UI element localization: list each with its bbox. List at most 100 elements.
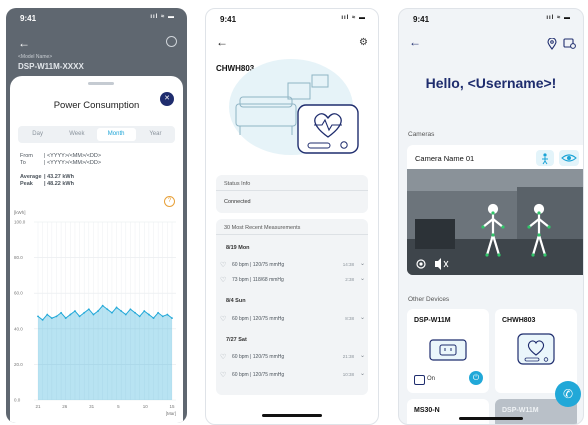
measurement-time: 14:38 xyxy=(342,262,354,267)
data-point xyxy=(115,306,118,309)
back-icon[interactable]: ← xyxy=(18,36,30,50)
measurements-header: 30 Most Recent Measurements xyxy=(224,225,301,231)
divider xyxy=(216,234,368,235)
data-point xyxy=(46,313,49,316)
device-card-ms30-n[interactable]: MS30-N xyxy=(407,399,489,424)
status-icons: ııl ≈ ▬ xyxy=(150,14,175,20)
period-tabs: Day Week Month Year xyxy=(18,126,175,143)
chevron-down-icon[interactable]: ⌄ xyxy=(360,352,365,359)
heart-icon: ♡ xyxy=(220,354,227,361)
home-screen: 9:41 ııl ≈ ▬ ← Hello, <Username>! Camera… xyxy=(398,8,584,425)
x-tick-label: 21 xyxy=(35,404,41,409)
device-name: MS30-N xyxy=(414,407,440,414)
data-point xyxy=(92,313,95,316)
measurement-row[interactable]: ♡ 60 bpm | 120/75 mmHg 14:38 ⌄ xyxy=(218,259,366,271)
device-name: DSP-W11M xyxy=(502,407,539,414)
power-meter-icon xyxy=(414,375,425,385)
eye-icon[interactable] xyxy=(558,149,580,167)
location-icon[interactable] xyxy=(547,38,557,50)
x-tick-label: 10 xyxy=(143,404,149,409)
x-tick-label: 5 xyxy=(117,404,120,409)
status-time: 9:41 xyxy=(20,14,37,23)
gear-icon[interactable]: ⚙ xyxy=(359,37,368,48)
tab-week[interactable]: Week xyxy=(57,126,96,143)
divider xyxy=(216,190,368,191)
data-point xyxy=(87,308,90,311)
to-label: To xyxy=(20,160,26,166)
chevron-down-icon[interactable]: ⌄ xyxy=(360,314,365,321)
close-button[interactable]: ✕ xyxy=(160,92,174,106)
data-point xyxy=(50,317,53,320)
device-state: On xyxy=(427,376,436,382)
device-card-dsp-w11m[interactable]: DSP-W11M On ⏻ xyxy=(407,309,489,393)
back-icon[interactable]: ← xyxy=(409,35,421,49)
y-tick-label: 60.0 xyxy=(14,291,23,296)
measurement-time: 8:38 xyxy=(345,316,354,321)
y-axis-label: [kWh] xyxy=(14,210,26,215)
back-icon[interactable]: ← xyxy=(216,35,228,49)
y-tick-label: 40.0 xyxy=(14,326,23,331)
heart-icon: ♡ xyxy=(220,316,227,323)
data-point xyxy=(106,308,109,311)
measurement-date: 7/27 Sat xyxy=(226,337,247,343)
measurement-date: 8/4 Sun xyxy=(226,298,246,304)
data-point xyxy=(138,315,141,318)
home-indicator[interactable] xyxy=(459,417,523,420)
tab-year[interactable]: Year xyxy=(136,126,175,143)
greeting: Hello, <Username>! xyxy=(425,75,557,91)
data-point xyxy=(69,313,72,316)
sheet-handle[interactable] xyxy=(88,82,114,85)
data-point xyxy=(129,308,132,311)
measurement-value: 60 bpm | 120/75 mmHg xyxy=(232,262,285,268)
call-button[interactable]: ✆ xyxy=(555,381,581,407)
measurement-time: 2:38 xyxy=(345,277,354,282)
measurement-value: 60 bpm | 120/75 mmHg xyxy=(232,354,285,360)
y-tick-label: 100.0 xyxy=(14,220,26,225)
data-point xyxy=(161,315,164,318)
average-value: | 43.27 kWh xyxy=(44,174,74,180)
measurement-row[interactable]: ♡ 60 bpm | 120/75 mmHg 8:38 ⌄ xyxy=(218,313,366,325)
chevron-down-icon[interactable]: ⌄ xyxy=(360,370,365,377)
home-indicator[interactable] xyxy=(262,414,322,417)
data-point xyxy=(111,311,113,314)
device-settings-icon[interactable] xyxy=(563,38,576,49)
data-point xyxy=(147,313,150,316)
device-illustration xyxy=(229,59,359,155)
measurement-row[interactable]: ♡ 60 bpm | 120/75 mmHg 10:38 ⌄ xyxy=(218,369,366,381)
gear-icon[interactable] xyxy=(166,36,177,47)
sheet-title: Power Consumption xyxy=(53,100,140,111)
data-point xyxy=(97,310,99,312)
measurement-time: 10:38 xyxy=(342,372,354,377)
camera-feed[interactable] xyxy=(407,169,583,275)
device-title: DSP-W11M-XXXX xyxy=(18,62,84,71)
data-point xyxy=(143,310,146,312)
data-point xyxy=(60,311,63,314)
measurement-row[interactable]: ♡ 60 bpm | 120/75 mmHg 21:38 ⌄ xyxy=(218,351,366,363)
x-tick-label: 15 xyxy=(169,404,175,409)
status-time: 9:41 xyxy=(220,15,237,24)
measurement-row[interactable]: ♡ 73 bpm | 118/68 mmHg 2:38 ⌄ xyxy=(218,274,366,286)
power-chart: [kWh] 100.0 80.0 60.0 40.0 20.0 0.0 21 26 31 5 10 15… xyxy=(14,210,176,416)
power-toggle-button[interactable]: ⏻ xyxy=(469,371,483,385)
tab-day[interactable]: Day xyxy=(18,126,57,143)
heart-icon: ♡ xyxy=(220,372,227,379)
heart-icon: ♡ xyxy=(220,262,227,269)
to-value: | <YYYY>/<MM>/<DD> xyxy=(44,160,102,166)
status-info-card: Status Info Connected xyxy=(216,175,368,213)
camera-card[interactable]: Camera Name 01 xyxy=(407,145,583,275)
motion-detection-icon[interactable] xyxy=(535,149,555,167)
model-label: <Model Name> xyxy=(18,54,53,60)
tab-month[interactable]: Month xyxy=(96,128,136,141)
from-value: | <YYYY>/<MM>/<DD> xyxy=(44,153,102,159)
power-consumption-sheet: Power Consumption ✕ Day Week Month Year … xyxy=(10,76,183,423)
chevron-down-icon[interactable]: ⌄ xyxy=(360,275,365,282)
data-point xyxy=(55,315,58,318)
data-point xyxy=(41,319,44,321)
data-point xyxy=(124,313,127,316)
chevron-down-icon[interactable]: ⌄ xyxy=(360,260,365,267)
data-point xyxy=(171,317,173,320)
status-value: Connected xyxy=(224,199,251,205)
status-time: 9:41 xyxy=(413,15,430,24)
status-bar: 9:41 ııl ≈ ▬ xyxy=(399,9,583,29)
cameras-label: Cameras xyxy=(408,131,435,138)
